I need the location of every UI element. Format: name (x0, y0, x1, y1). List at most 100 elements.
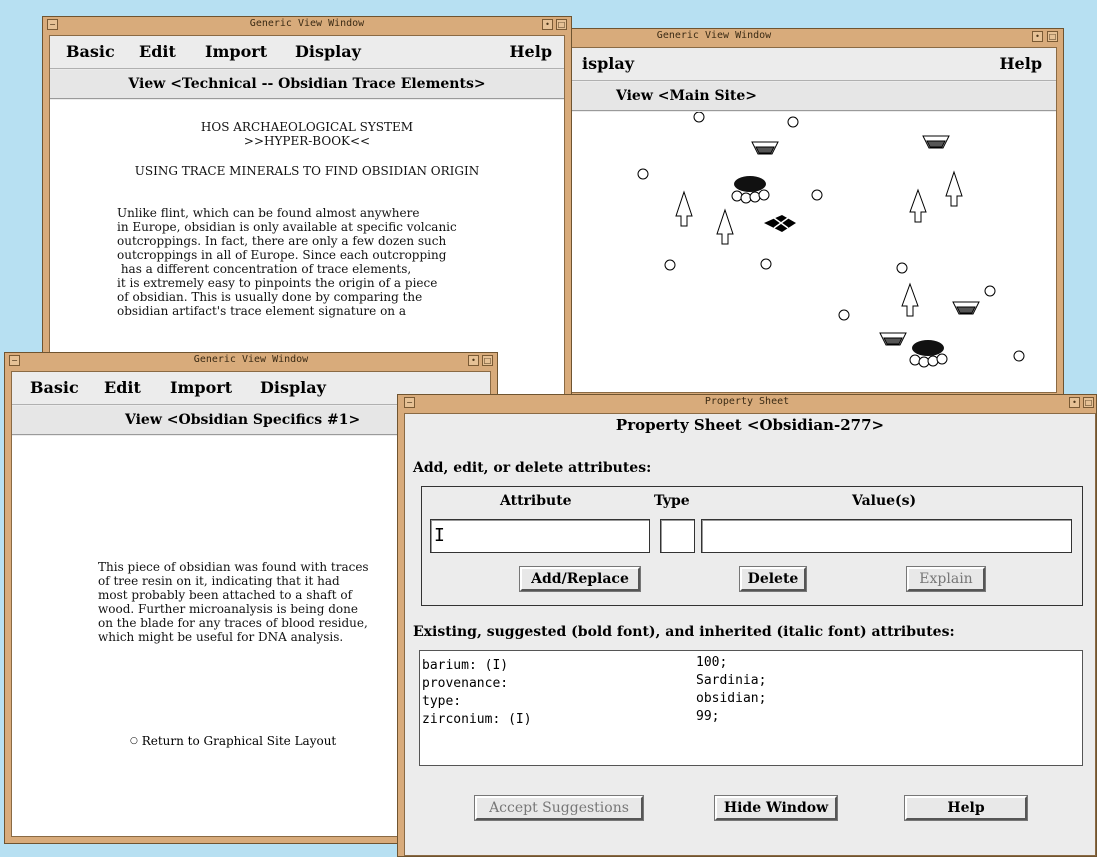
menu-help[interactable]: Help (999, 54, 1042, 73)
list-item[interactable]: barium: (I) 100; (422, 654, 727, 674)
arrowhead-icon[interactable] (716, 208, 734, 245)
section-heading: USING TRACE MINERALS TO FIND OBSIDIAN OR… (134, 164, 480, 178)
return-link[interactable]: ○ Return to Graphical Site Layout (130, 734, 336, 748)
type-column-header: Type (654, 493, 690, 509)
attribute-name: type: (422, 694, 462, 709)
post-hole-icon[interactable] (811, 189, 823, 201)
menu-display[interactable]: isplay (582, 54, 634, 73)
post-hole-icon[interactable] (664, 259, 676, 271)
minimize-button[interactable]: • (542, 19, 553, 30)
post-hole-icon[interactable] (693, 112, 705, 123)
body-line: it is extremely easy to pinpoints the or… (117, 276, 438, 290)
document-header: HOS ARCHAEOLOGICAL SYSTEM (200, 120, 414, 134)
hearth-icon[interactable] (731, 176, 770, 204)
obsidian-artifact-icon[interactable] (764, 215, 796, 232)
title-bar[interactable]: − Property Sheet • □ (398, 395, 1096, 413)
values-input[interactable] (701, 519, 1072, 553)
main-site-window: Generic View Window • □ isplay Help View… (564, 28, 1064, 400)
arrowhead-icon[interactable] (901, 282, 919, 317)
body-line: of tree resin on it, indicating that it … (98, 574, 340, 588)
post-hole-icon[interactable] (838, 309, 850, 321)
body-line: obsidian artifact's trace element signat… (117, 304, 407, 318)
body-line: most probably been attached to a shaft o… (98, 588, 353, 602)
menu-display[interactable]: Display (295, 42, 361, 61)
arrowhead-icon[interactable] (909, 188, 927, 223)
list-item[interactable]: zirconium: (I) 99; (422, 708, 719, 728)
minimize-button[interactable]: • (1069, 397, 1080, 408)
arrowhead-icon[interactable] (945, 170, 963, 207)
body-line: Unlike flint, which can be found almost … (117, 206, 420, 220)
title-bar[interactable]: Generic View Window • □ (565, 29, 1063, 47)
body-line: outcroppings. In fact, there are only a … (117, 234, 447, 248)
site-map[interactable] (572, 112, 1056, 392)
explain-button[interactable]: Explain (906, 566, 986, 592)
property-sheet-heading: Property Sheet <Obsidian-277> (615, 416, 885, 434)
minimize-button[interactable]: • (1032, 31, 1043, 42)
technical-window: − Generic View Window • □ Basic Edit Imp… (42, 16, 572, 406)
menu-bar: isplay Help (572, 48, 1056, 81)
window-title: Generic View Window (193, 354, 309, 365)
delete-button[interactable]: Delete (739, 566, 807, 592)
post-hole-icon[interactable] (1013, 350, 1025, 362)
attribute-edit-box: Attribute Type Value(s) I Add/Replace De… (421, 486, 1083, 606)
menu-edit[interactable]: Edit (104, 378, 141, 397)
desktop: { "window_title": "Generic View Window",… (0, 0, 1097, 857)
window-title: Generic View Window (249, 18, 365, 29)
view-title-text: View <Obsidian Specifics #1> (125, 412, 361, 428)
body-line: in Europe, obsidian is only available at… (117, 220, 457, 234)
view-title-text: View <Technical -- Obsidian Trace Elemen… (128, 76, 486, 92)
maximize-button[interactable]: □ (556, 19, 567, 30)
post-hole-icon[interactable] (787, 116, 799, 128)
menu-edit[interactable]: Edit (139, 42, 176, 61)
attribute-value: 100; (696, 655, 728, 670)
maximize-button[interactable]: □ (1047, 31, 1058, 42)
attribute-value: Sardinia; (696, 673, 767, 688)
type-input[interactable] (660, 519, 695, 553)
arrowhead-icon[interactable] (675, 190, 693, 227)
view-title-text: View <Main Site> (616, 88, 757, 104)
window-title: Property Sheet (704, 396, 790, 407)
title-bar[interactable]: − Generic View Window • □ (43, 17, 571, 35)
menu-display[interactable]: Display (260, 378, 326, 397)
attribute-name: barium: (I) (422, 658, 509, 673)
hearth-icon[interactable] (909, 340, 948, 368)
pot-icon[interactable] (952, 301, 980, 315)
attribute-name: zirconium: (I) (422, 712, 532, 727)
minimize-button[interactable]: • (468, 355, 479, 366)
menu-basic[interactable]: Basic (66, 42, 115, 61)
pot-icon[interactable] (922, 135, 950, 149)
list-item[interactable]: provenance: Sardinia; (422, 672, 766, 692)
menu-import[interactable]: Import (205, 42, 267, 61)
pot-icon[interactable] (879, 332, 907, 346)
add-replace-button[interactable]: Add/Replace (519, 566, 641, 592)
body-line: has a different concentration of trace e… (117, 262, 412, 276)
accept-suggestions-button[interactable]: Accept Suggestions (474, 795, 644, 821)
add-section-label: Add, edit, or delete attributes: (413, 460, 652, 476)
attribute-column-header: Attribute (500, 493, 572, 509)
maximize-button[interactable]: □ (482, 355, 493, 366)
attribute-input[interactable]: I (430, 519, 650, 553)
post-hole-icon[interactable] (984, 285, 996, 297)
body-line: which might be useful for DNA analysis. (98, 630, 344, 644)
post-hole-icon[interactable] (760, 258, 772, 270)
help-button[interactable]: Help (904, 795, 1028, 821)
menu-import[interactable]: Import (170, 378, 232, 397)
property-sheet-window: − Property Sheet • □ Property Sheet <Obs… (397, 394, 1097, 857)
maximize-button[interactable]: □ (1083, 397, 1094, 408)
body-line: This piece of obsidian was found with tr… (98, 560, 369, 574)
window-body: isplay Help View <Main Site> (571, 47, 1057, 393)
pot-icon[interactable] (751, 141, 779, 155)
body-line: on the blade for any traces of blood res… (98, 616, 368, 630)
post-hole-icon[interactable] (637, 168, 649, 180)
title-bar[interactable]: − Generic View Window • □ (5, 353, 497, 371)
menu-basic[interactable]: Basic (30, 378, 79, 397)
menu-help[interactable]: Help (509, 42, 552, 61)
post-hole-icon[interactable] (896, 262, 908, 274)
list-item[interactable]: type: obsidian; (422, 690, 766, 710)
site-map-drawing (637, 112, 1025, 368)
attribute-list[interactable]: barium: (I) 100; provenance: Sardinia; t… (419, 650, 1083, 766)
body-line: of obsidian. This is usually done by com… (117, 290, 423, 304)
hide-window-button[interactable]: Hide Window (714, 795, 838, 821)
view-title: View <Main Site> (572, 82, 1056, 111)
values-column-header: Value(s) (852, 493, 917, 509)
